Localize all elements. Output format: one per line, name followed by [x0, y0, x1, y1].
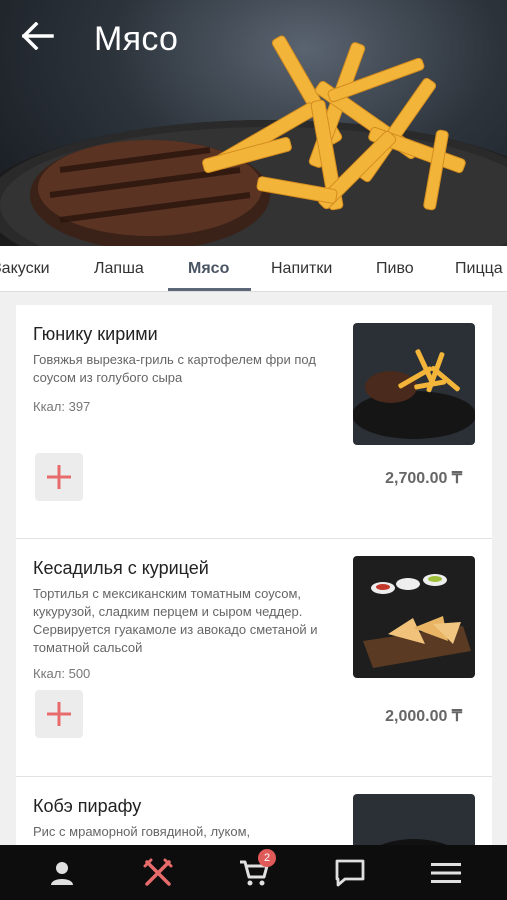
item-kcal: Ккал: 397	[33, 399, 91, 414]
menu-icon	[143, 858, 173, 886]
tab-drinks[interactable]: Напитки	[271, 246, 332, 291]
nav-more[interactable]	[416, 845, 476, 900]
menu-item-card[interactable]: Гюнику кирими Говяжья вырезка-гриль с ка…	[16, 305, 492, 539]
item-description: Говяжья вырезка-гриль с картофелем фри п…	[33, 352, 316, 385]
arrow-left-icon	[22, 22, 54, 50]
tab-pizza[interactable]: Пицца	[455, 246, 503, 291]
category-tabs: Закуски Лапша Мясо Напитки Пиво Пицца	[0, 246, 507, 292]
menu-item-card[interactable]: Кесадилья с курицей Тортилья с мексиканс…	[16, 539, 492, 777]
item-title: Кесадилья с курицей	[33, 558, 209, 578]
nav-menu[interactable]	[128, 845, 188, 900]
plus-icon	[47, 465, 71, 489]
tab-snacks[interactable]: Закуски	[0, 246, 50, 291]
item-thumbnail	[353, 323, 475, 445]
steak-fries-image	[0, 35, 507, 246]
menu-list: Гюнику кирими Говяжья вырезка-гриль с ка…	[16, 305, 492, 845]
steak-fries-thumbnail	[353, 323, 475, 445]
rice-thumbnail	[353, 794, 475, 845]
hamburger-icon	[431, 862, 461, 883]
item-description: Тортилья с мексиканским томатным соусом,…	[33, 586, 318, 655]
hero-banner: Мясо	[0, 0, 507, 246]
nav-cart[interactable]: 2	[224, 845, 284, 900]
nav-profile[interactable]	[32, 845, 92, 900]
tab-beer[interactable]: Пиво	[376, 246, 414, 291]
item-title: Гюнику кирими	[33, 324, 158, 344]
quesadilla-thumbnail	[353, 556, 475, 678]
add-to-cart-button[interactable]	[35, 453, 83, 501]
back-button[interactable]	[22, 22, 62, 62]
bottom-navigation: 2	[0, 845, 507, 900]
item-price: 2,000.00 ₸	[385, 708, 462, 725]
item-description: Рис с мраморной говядиной, луком,	[33, 824, 251, 839]
item-thumbnail	[353, 794, 475, 845]
add-to-cart-button[interactable]	[35, 690, 83, 738]
item-title: Кобэ пирафу	[33, 796, 142, 816]
chat-icon	[335, 859, 365, 886]
item-thumbnail	[353, 556, 475, 678]
item-kcal: Ккал: 500	[33, 666, 91, 681]
cart-count-badge: 2	[258, 849, 276, 867]
plus-icon	[47, 702, 71, 726]
menu-item-card[interactable]: Кобэ пирафу Рис с мраморной говядиной, л…	[16, 777, 492, 845]
page-title: Мясо	[94, 20, 179, 58]
tab-meat[interactable]: Мясо	[188, 246, 229, 291]
profile-icon	[51, 861, 73, 885]
nav-chat[interactable]	[320, 845, 380, 900]
tab-noodles[interactable]: Лапша	[94, 246, 144, 291]
active-tab-indicator	[168, 288, 251, 291]
item-price: 2,700.00 ₸	[385, 470, 462, 487]
